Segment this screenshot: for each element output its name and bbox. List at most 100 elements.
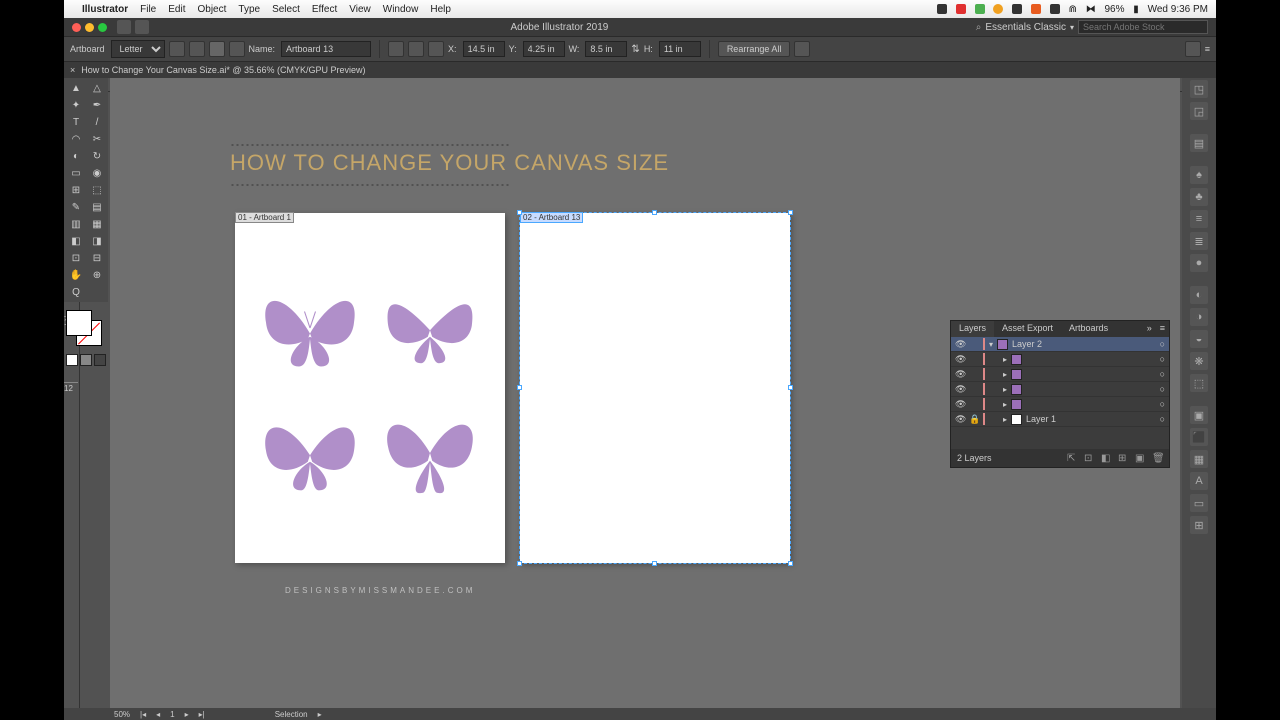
tool-button[interactable]: Q: [66, 284, 86, 300]
panel-menu-icon[interactable]: ≡: [1205, 44, 1210, 54]
tool-button[interactable]: /: [87, 114, 107, 130]
tab-layers[interactable]: Layers: [951, 321, 994, 337]
visibility-icon[interactable]: 👁: [955, 399, 965, 410]
resize-handle[interactable]: [788, 561, 793, 566]
collapse-icon[interactable]: »: [1143, 321, 1156, 337]
dock-panel-icon[interactable]: ⬛: [1190, 428, 1208, 446]
menu-help[interactable]: Help: [430, 4, 451, 15]
menu-select[interactable]: Select: [272, 4, 300, 15]
target-icon[interactable]: ○: [1160, 399, 1165, 409]
bluetooth-icon[interactable]: ⧓: [1086, 4, 1096, 15]
visibility-icon[interactable]: 👁: [955, 369, 965, 380]
artboard-name-input[interactable]: [281, 41, 371, 57]
tool-button[interactable]: ✒: [87, 97, 107, 113]
layer-row[interactable]: 👁🔒▸Layer 1○: [951, 412, 1169, 427]
tool-button[interactable]: ▥: [66, 216, 86, 232]
move-art-toggle[interactable]: [388, 41, 404, 57]
tab-asset-export[interactable]: Asset Export: [994, 321, 1061, 337]
dock-panel-icon[interactable]: A: [1190, 472, 1208, 490]
target-icon[interactable]: ○: [1160, 384, 1165, 394]
tool-button[interactable]: ▭: [66, 165, 86, 181]
tool-button[interactable]: ✦: [66, 97, 86, 113]
tray-icon[interactable]: [975, 4, 985, 14]
tool-button[interactable]: ◉: [87, 165, 107, 181]
maximize-button[interactable]: [98, 23, 107, 32]
dock-panel-icon[interactable]: ●: [1190, 254, 1208, 272]
artboard-nav[interactable]: 1: [170, 710, 174, 719]
minimize-button[interactable]: [85, 23, 94, 32]
tray-icon[interactable]: [993, 4, 1003, 14]
visibility-icon[interactable]: 👁: [955, 339, 965, 350]
delete-artboard[interactable]: [229, 41, 245, 57]
h-input[interactable]: [659, 41, 701, 57]
tool-button[interactable]: ▤: [87, 199, 107, 215]
dock-panel-icon[interactable]: ≡: [1190, 210, 1208, 228]
clock[interactable]: Wed 9:36 PM: [1148, 4, 1208, 15]
tool-button[interactable]: ▦: [87, 216, 107, 232]
layer-row[interactable]: 👁 ▸ ○: [951, 397, 1169, 412]
disclosure-icon[interactable]: ▸: [1003, 400, 1007, 409]
close-button[interactable]: [72, 23, 81, 32]
rearrange-button[interactable]: Rearrange All: [718, 41, 791, 57]
workspace-switcher[interactable]: Essentials Classic: [985, 22, 1066, 33]
x-input[interactable]: [463, 41, 505, 57]
resize-handle[interactable]: [517, 385, 522, 390]
orient-landscape[interactable]: [189, 41, 205, 57]
menu-edit[interactable]: Edit: [168, 4, 185, 15]
tool-button[interactable]: ◐: [66, 148, 86, 164]
tool-button[interactable]: ◠: [66, 131, 86, 147]
draw-mode[interactable]: [66, 354, 106, 366]
resize-handle[interactable]: [788, 210, 793, 215]
locate-icon[interactable]: ⊡: [1084, 453, 1095, 464]
tool-button[interactable]: ✂: [87, 131, 107, 147]
visibility-icon[interactable]: 👁: [955, 414, 965, 425]
resize-handle[interactable]: [517, 561, 522, 566]
wifi-icon[interactable]: ⋒: [1069, 4, 1077, 15]
menu-window[interactable]: Window: [383, 4, 419, 15]
artboard-options[interactable]: [794, 41, 810, 57]
dock-panel-icon[interactable]: ⊞: [1190, 516, 1208, 534]
link-icon[interactable]: ⇅: [631, 44, 639, 55]
orient-portrait[interactable]: [169, 41, 185, 57]
tool-button[interactable]: ✎: [66, 199, 86, 215]
tray-icon[interactable]: [1050, 4, 1060, 14]
ai-icon[interactable]: [117, 20, 131, 34]
disclosure-icon[interactable]: ▾: [989, 340, 993, 349]
tray-icon[interactable]: [937, 4, 947, 14]
target-icon[interactable]: ○: [1160, 339, 1165, 349]
disclosure-icon[interactable]: ▸: [1003, 355, 1007, 364]
search-icon[interactable]: ⌕: [976, 22, 982, 33]
layer-row[interactable]: 👁▾Layer 2○: [951, 337, 1169, 352]
ref-grid[interactable]: [428, 41, 444, 57]
dock-panel-icon[interactable]: ◲: [1190, 102, 1208, 120]
layer-row[interactable]: 👁 ▸ ○: [951, 367, 1169, 382]
dock-panel-icon[interactable]: ◐: [1190, 286, 1208, 304]
dock-panel-icon[interactable]: ▣: [1190, 406, 1208, 424]
layer-name[interactable]: Layer 1: [1026, 414, 1056, 424]
tray-icon[interactable]: [1012, 4, 1022, 14]
app-name[interactable]: Illustrator: [82, 4, 128, 15]
ref-point[interactable]: [408, 41, 424, 57]
visibility-icon[interactable]: 👁: [955, 354, 965, 365]
status-menu-icon[interactable]: ▸: [318, 710, 322, 719]
target-icon[interactable]: ○: [1160, 369, 1165, 379]
tool-button[interactable]: T: [66, 114, 86, 130]
target-icon[interactable]: ○: [1160, 354, 1165, 364]
artboard-2[interactable]: 02 - Artboard 13: [520, 213, 790, 563]
tool-button[interactable]: ⊟: [87, 250, 107, 266]
stock-search[interactable]: [1078, 20, 1208, 34]
tool-button[interactable]: ◨: [87, 233, 107, 249]
menu-type[interactable]: Type: [238, 4, 260, 15]
clip-icon[interactable]: ◧: [1101, 453, 1112, 464]
new-layer-icon[interactable]: ▣: [1135, 453, 1146, 464]
layers-panel[interactable]: Layers Asset Export Artboards » ≡ 👁▾Laye…: [950, 320, 1170, 468]
resize-handle[interactable]: [652, 561, 657, 566]
dock-panel-icon[interactable]: ❋: [1190, 352, 1208, 370]
preset-select[interactable]: Letter: [111, 40, 165, 58]
home-icon[interactable]: [135, 20, 149, 34]
y-input[interactable]: [523, 41, 565, 57]
dock-panel-icon[interactable]: ◑: [1190, 308, 1208, 326]
tool-button[interactable]: ↻: [87, 148, 107, 164]
disclosure-icon[interactable]: ▸: [1003, 370, 1007, 379]
dock-panel-icon[interactable]: ◒: [1190, 330, 1208, 348]
